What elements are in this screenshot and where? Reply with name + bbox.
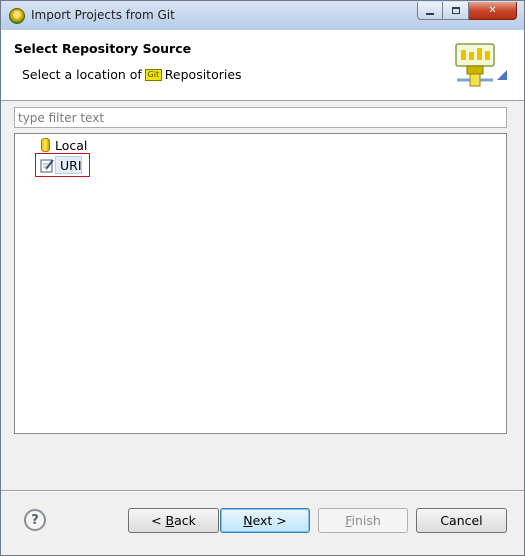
- filter-input[interactable]: [14, 107, 507, 128]
- edit-uri-icon: [40, 158, 54, 172]
- tree-item-label: Local: [55, 137, 88, 153]
- next-mnemonic: N: [243, 513, 253, 528]
- git-icon: Git: [144, 68, 162, 81]
- next-button[interactable]: Next >: [220, 508, 310, 533]
- wizard-banner-icon: [455, 43, 507, 87]
- cancel-button[interactable]: Cancel: [416, 508, 507, 533]
- page-description: Select a location of Git Repositories: [22, 67, 242, 82]
- description-prefix: Select a location of: [22, 67, 142, 82]
- maximize-icon: [451, 7, 460, 14]
- close-icon: ✕: [488, 5, 497, 16]
- database-icon: [41, 138, 50, 152]
- wizard-banner: Select Repository Source Select a locati…: [1, 30, 524, 101]
- back-prefix: <: [151, 513, 166, 528]
- page-title: Select Repository Source: [14, 41, 192, 56]
- import-wizard-window: Import Projects from Git ✕ Select Reposi…: [0, 0, 525, 556]
- back-button[interactable]: < Back: [128, 508, 219, 533]
- title-bar[interactable]: Import Projects from Git ✕: [1, 1, 524, 30]
- tree-item-uri[interactable]: URI: [35, 153, 90, 177]
- finish-button[interactable]: Finish: [318, 508, 408, 533]
- maximize-button[interactable]: [443, 2, 469, 20]
- description-suffix: Repositories: [164, 67, 242, 82]
- footer-divider: [1, 490, 524, 492]
- finish-rest: inish: [351, 513, 381, 528]
- back-rest: ack: [174, 513, 196, 528]
- window-title: Import Projects from Git: [31, 8, 175, 22]
- help-icon: ?: [31, 512, 39, 528]
- close-button[interactable]: ✕: [469, 2, 517, 20]
- repository-source-tree[interactable]: Local URI: [14, 133, 507, 434]
- minimize-button[interactable]: [417, 2, 443, 20]
- help-button[interactable]: ?: [24, 509, 46, 531]
- back-mnemonic: B: [165, 513, 175, 528]
- tree-item-local[interactable]: Local: [41, 136, 87, 154]
- tree-item-label: URI: [60, 157, 82, 173]
- minimize-icon: [426, 12, 434, 15]
- next-rest: ext >: [252, 513, 287, 528]
- eclipse-icon: [9, 8, 25, 24]
